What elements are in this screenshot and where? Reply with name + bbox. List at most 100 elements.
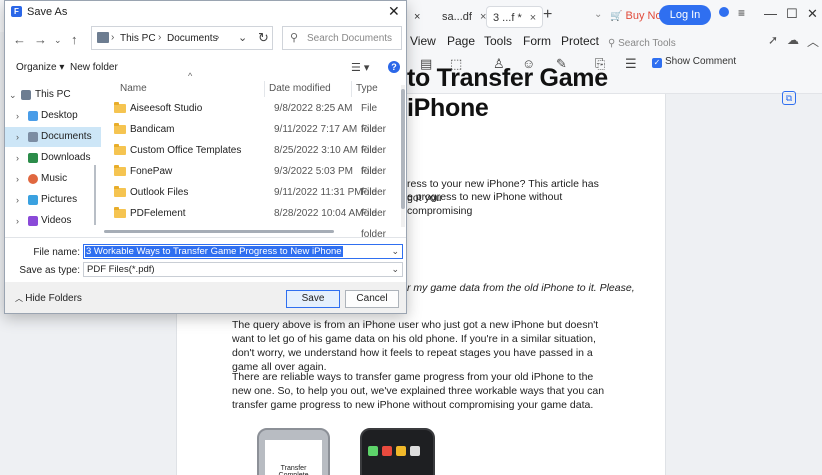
column-header-name[interactable]: Name [120, 83, 147, 94]
chevron-down-icon[interactable]: ⌄ [594, 9, 602, 20]
file-name: Bandicam [130, 124, 175, 135]
dialog-close-icon[interactable]: ✕ [388, 3, 400, 20]
column-header-date[interactable]: Date modified [269, 83, 331, 94]
tab-doc-2[interactable]: sa...df × [436, 6, 492, 28]
notification-bell-icon[interactable] [719, 7, 729, 17]
menu-view[interactable]: View [410, 34, 436, 48]
menu-protect[interactable]: Protect [561, 34, 599, 48]
checkbox-checked-icon[interactable]: ✓ [652, 58, 662, 68]
column-divider[interactable] [351, 81, 352, 97]
doc-quote: r my game data from the old iPhone to it… [407, 282, 635, 294]
nav-item-documents[interactable]: › Documents [5, 127, 101, 147]
expand-chevron-icon[interactable]: ⌄ [9, 85, 17, 105]
chevron-down-icon[interactable]: ⌄ [391, 263, 399, 276]
app-icon [396, 446, 406, 456]
search-tools-input[interactable]: ⚲ Search Tools [608, 38, 676, 49]
close-icon[interactable]: ✕ [807, 6, 818, 22]
file-row[interactable]: Custom Office Templates 8/25/2022 3:10 A… [104, 140, 400, 177]
show-comment-toggle[interactable]: ✓ Show Comment [652, 56, 736, 68]
file-name-field[interactable]: 3 Workable Ways to Transfer Game Progres… [83, 244, 403, 259]
share-icon[interactable]: ➚ [768, 33, 778, 47]
refresh-icon[interactable]: ↻ [258, 30, 269, 46]
menu-icon[interactable]: ≡ [738, 6, 745, 20]
doc-paragraph-3: There are reliable ways to transfer game… [232, 371, 605, 411]
menu-page[interactable]: Page [447, 34, 475, 48]
cancel-button[interactable]: Cancel [345, 290, 399, 308]
help-icon[interactable]: ? [388, 61, 400, 73]
nav-item-desktop[interactable]: › Desktop [5, 106, 101, 126]
tab-doc-active[interactable]: 3 ...f * × [486, 6, 544, 28]
nav-item-label: This PC [35, 89, 71, 100]
minimize-icon[interactable]: — [764, 6, 777, 21]
doc-title-line-2: iPhone [407, 94, 489, 122]
new-phone-image [360, 428, 435, 475]
new-folder-button[interactable]: New folder [70, 62, 118, 73]
new-tab-icon[interactable]: + [543, 6, 552, 24]
cloud-upload-icon[interactable]: ☁ [787, 33, 799, 47]
scrollbar-thumb[interactable] [401, 89, 405, 209]
organize-button[interactable]: Organize ▾ [16, 62, 64, 73]
file-name: Aiseesoft Studio [130, 103, 203, 114]
file-name: FonePaw [130, 166, 173, 177]
collapsed-chevron-icon[interactable]: › [16, 169, 19, 189]
doc-paragraph-2: The query above is from an iPhone user w… [232, 319, 599, 373]
file-row[interactable]: Bandicam 9/11/2022 7:17 AM File folder [104, 119, 400, 156]
nav-item-videos[interactable]: › Videos [5, 211, 101, 231]
login-button[interactable]: Log In [659, 5, 711, 25]
translate-icon[interactable]: ⧉ [782, 91, 796, 105]
file-row[interactable]: FonePaw 9/3/2022 5:03 PM File folder [104, 161, 400, 198]
save-as-type-label: Save as type: [19, 265, 80, 276]
history-chevron-icon[interactable]: ⌄ [54, 35, 62, 46]
tab-doc-1-close-icon[interactable]: × [414, 11, 420, 23]
desktop-icon [28, 111, 38, 121]
file-name-label: File name: [33, 247, 80, 258]
maximize-icon[interactable]: ☐ [786, 6, 798, 22]
collapsed-chevron-icon[interactable]: › [16, 106, 19, 126]
nav-item-this-pc[interactable]: ⌄ This PC [5, 85, 101, 105]
note-icon[interactable]: ☰ [625, 56, 637, 72]
tab-doc-1[interactable]: × [408, 6, 426, 28]
address-dropdown-icon[interactable]: ⌄ [238, 31, 247, 44]
collapsed-chevron-icon[interactable]: › [16, 127, 19, 147]
forward-arrow-icon[interactable]: → [34, 32, 47, 47]
hide-folders-button[interactable]: ︿ Hide Folders [15, 293, 82, 304]
collapsed-chevron-icon[interactable]: › [16, 211, 19, 231]
breadcrumb-this-pc[interactable]: This PC [120, 33, 156, 44]
breadcrumb-chevron-icon[interactable]: › [158, 32, 161, 43]
file-list-vertical-scrollbar[interactable] [401, 85, 405, 227]
transfer-complete-label: Transfer Complete [265, 440, 322, 475]
save-button[interactable]: Save [286, 290, 340, 308]
view-options-icon[interactable]: ☰ ▾ [351, 61, 369, 74]
chevron-down-icon[interactable]: ⌄ [391, 245, 399, 258]
nav-item-music[interactable]: › Music [5, 169, 101, 189]
nav-pane-scrollbar[interactable] [94, 165, 96, 225]
save-as-type-select[interactable]: PDF Files(*.pdf) ⌄ [83, 262, 403, 277]
column-divider[interactable] [264, 81, 265, 97]
cart-icon: 🛒 [610, 11, 623, 22]
breadcrumb-chevron-icon[interactable]: › [216, 32, 219, 43]
collapsed-chevron-icon[interactable]: › [16, 148, 19, 168]
tab-close-icon[interactable]: × [530, 12, 536, 24]
menu-tools[interactable]: Tools [484, 34, 512, 48]
up-arrow-icon[interactable]: ↑ [71, 32, 78, 47]
file-row[interactable]: Aiseesoft Studio 9/8/2022 8:25 AM File f… [104, 98, 400, 135]
nav-item-downloads[interactable]: › Downloads [5, 148, 101, 168]
file-row[interactable]: PDFelement 8/28/2022 10:04 AM File folde… [104, 203, 400, 240]
music-icon [28, 174, 38, 184]
breadcrumb-documents[interactable]: Documents [167, 33, 218, 44]
back-arrow-icon[interactable]: ← [13, 32, 26, 47]
pictures-icon [28, 195, 38, 205]
nav-item-pictures[interactable]: › Pictures [5, 190, 101, 210]
expand-up-icon[interactable]: ︿ [807, 33, 819, 50]
file-date: 9/11/2022 11:31 PM [274, 187, 363, 198]
menu-form[interactable]: Form [523, 34, 551, 48]
search-input[interactable]: ⚲ Search Documents [282, 26, 402, 50]
collapsed-chevron-icon[interactable]: › [16, 190, 19, 210]
file-row[interactable]: Outlook Files 9/11/2022 11:31 PM File fo… [104, 182, 400, 219]
breadcrumb-chevron-icon[interactable]: › [111, 32, 114, 43]
address-bar[interactable]: › This PC › Documents › ⌄ ↻ [91, 26, 273, 50]
column-header-type[interactable]: Type [356, 83, 378, 94]
search-icon: ⚲ [608, 38, 619, 49]
sort-ascending-icon: ^ [188, 71, 193, 81]
file-list-horizontal-scrollbar[interactable] [104, 230, 334, 233]
